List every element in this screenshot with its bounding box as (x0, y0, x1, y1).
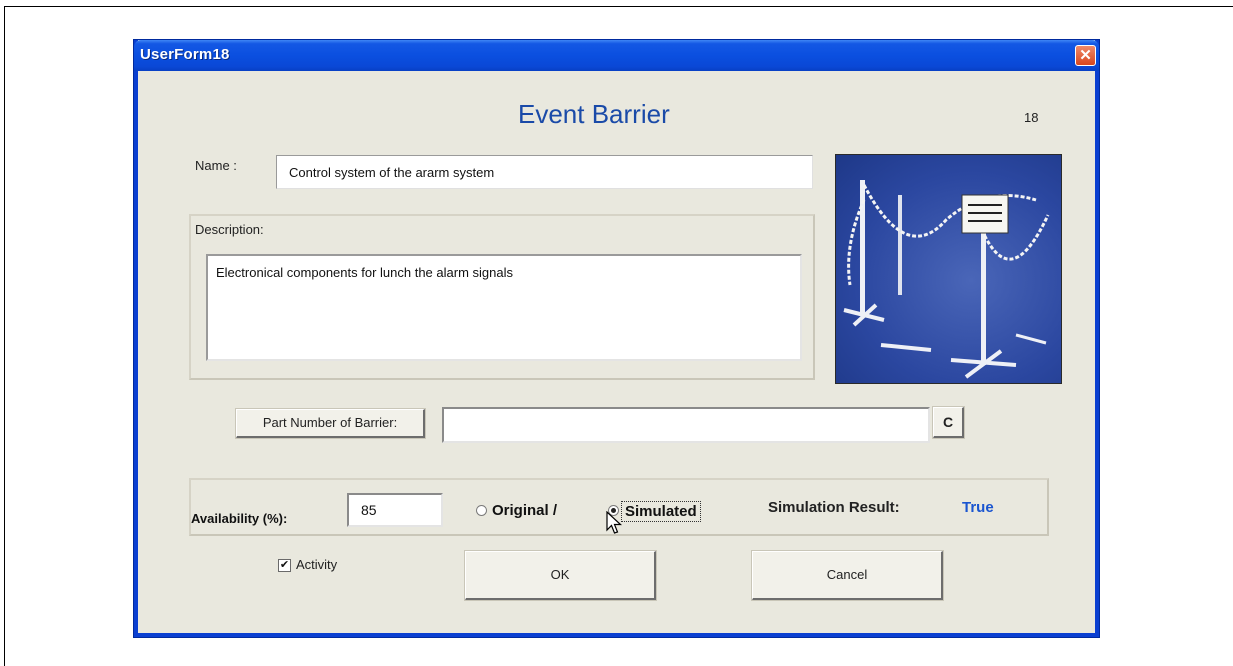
form-heading: Event Barrier (518, 99, 670, 129)
clear-c-button[interactable]: C (932, 406, 965, 439)
availability-label: Availability (%): (191, 511, 288, 526)
description-textarea[interactable]: Electronical components for lunch the al… (206, 254, 802, 361)
part-number-button[interactable]: Part Number of Barrier: (235, 408, 426, 439)
activity-checkbox[interactable]: ✔ (278, 559, 291, 572)
simulated-radio-label[interactable]: Simulated (621, 501, 701, 522)
simulation-result-label: Simulation Result: (768, 499, 900, 516)
barrier-rope-icon (843, 180, 1050, 379)
cancel-button[interactable]: Cancel (751, 550, 944, 601)
mouse-cursor-icon (606, 511, 623, 534)
original-radio-label[interactable]: Original / (492, 502, 557, 519)
availability-input[interactable]: 85 (347, 493, 443, 527)
name-label: Name : (195, 158, 237, 173)
title-bar[interactable]: UserForm18 ✕ (134, 40, 1099, 71)
close-icon: ✕ (1079, 47, 1092, 64)
form-client-area: Event Barrier 18 Name : Control system o… (138, 71, 1095, 633)
ok-button[interactable]: OK (464, 550, 657, 601)
name-input[interactable]: Control system of the ararm system (276, 155, 813, 189)
description-label: Description: (195, 222, 264, 237)
window-title: UserForm18 (140, 46, 230, 63)
barrier-image (835, 154, 1062, 384)
simulation-result-value: True (962, 499, 994, 516)
original-radio[interactable] (476, 505, 487, 516)
activity-label[interactable]: Activity (296, 557, 337, 572)
close-button[interactable]: ✕ (1075, 45, 1096, 66)
userform-window: UserForm18 ✕ Event Barrier 18 Name : Con… (134, 40, 1099, 637)
part-number-input[interactable] (442, 407, 930, 443)
form-number: 18 (1024, 110, 1039, 125)
